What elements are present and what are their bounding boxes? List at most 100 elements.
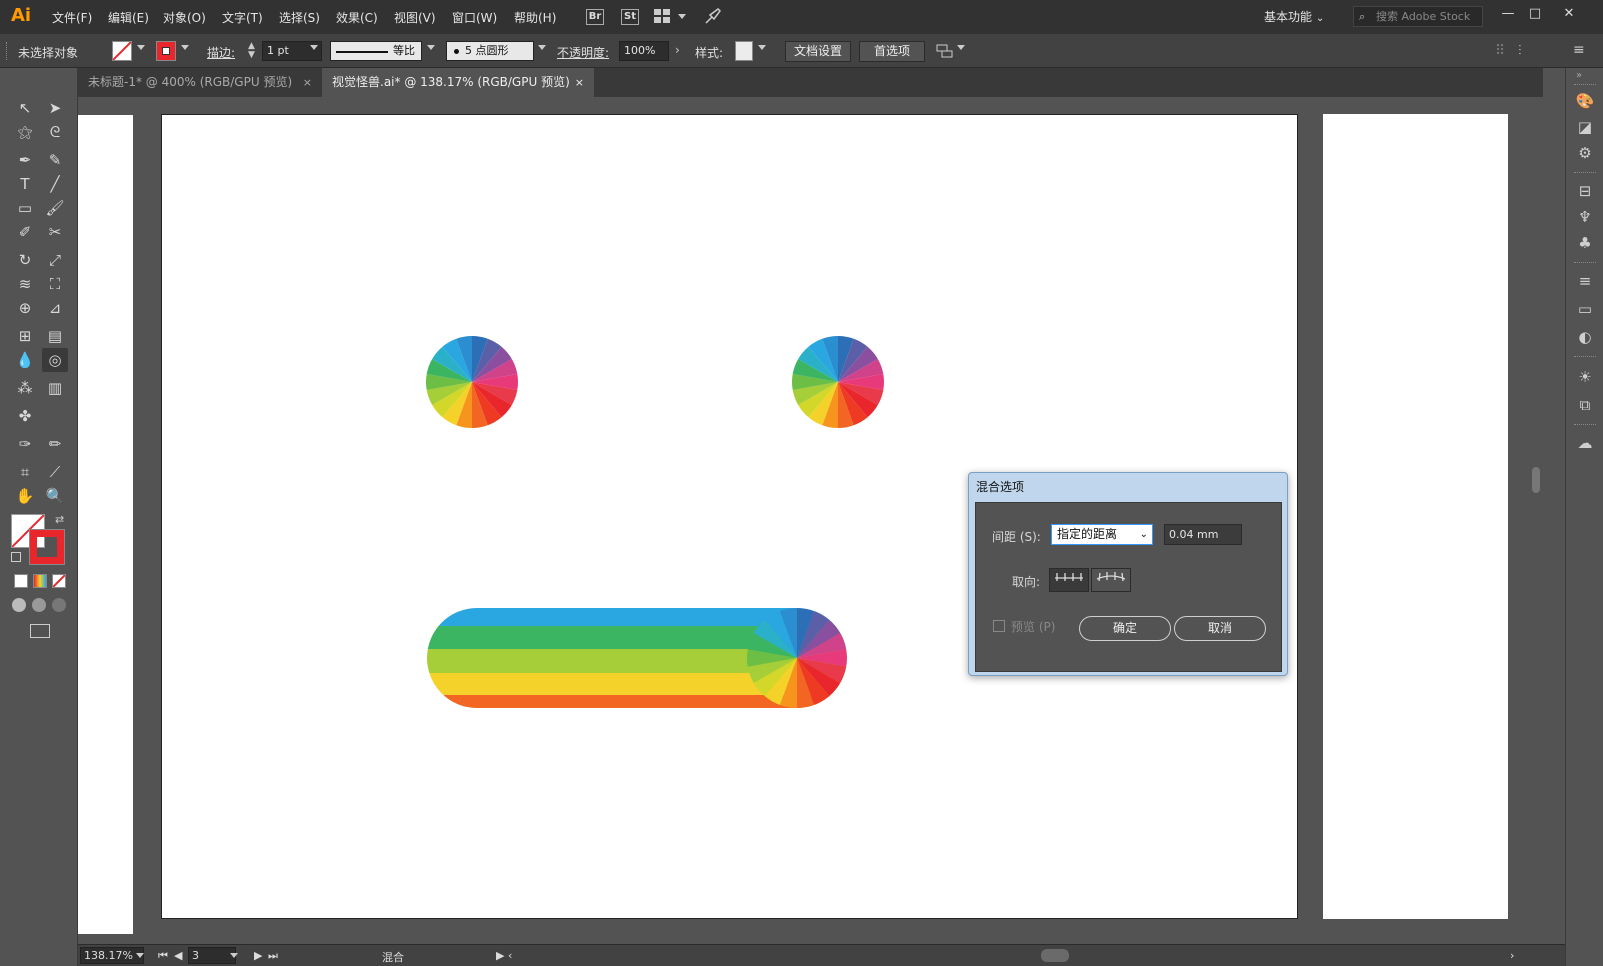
opacity-label[interactable]: 不透明度:: [557, 44, 609, 61]
grip-handle[interactable]: [6, 42, 10, 60]
panel-grip[interactable]: [1574, 356, 1596, 358]
free-transform-tool-icon[interactable]: ⛶: [42, 272, 68, 296]
eraser-tool-icon[interactable]: ✏: [42, 432, 68, 456]
close-window-button[interactable]: ✕: [1558, 4, 1580, 24]
status-menu-icon[interactable]: ▶: [496, 949, 504, 962]
distribute-icon[interactable]: ⫶: [1518, 43, 1522, 59]
crop-tool-icon[interactable]: ⌗: [12, 460, 38, 484]
canvas-area[interactable]: [78, 97, 1543, 934]
gradient-tool-icon[interactable]: ▤: [42, 324, 68, 348]
scroll-left-icon[interactable]: ‹: [508, 949, 512, 962]
brush-select[interactable]: 5 点圆形: [446, 41, 534, 61]
mesh-tool-icon[interactable]: ⊞: [12, 324, 38, 348]
panel-grip[interactable]: [1574, 424, 1596, 426]
spacing-select[interactable]: 指定的距离 ⌄: [1051, 524, 1153, 545]
scissors-tool-icon[interactable]: ✂: [42, 220, 68, 244]
rainbow-mouth-blend[interactable]: [427, 608, 847, 708]
chevron-down-icon[interactable]: [758, 45, 766, 50]
align-to-page-button[interactable]: [1049, 568, 1089, 592]
expand-panels-icon[interactable]: »: [1576, 70, 1582, 81]
appearance-icon[interactable]: ☀: [1574, 366, 1596, 388]
creative-cloud-icon[interactable]: ☁: [1574, 432, 1596, 454]
opacity-field[interactable]: 100%: [619, 41, 669, 61]
menu-effect[interactable]: 效果(C): [336, 9, 378, 26]
pen-tool-icon[interactable]: ✒: [12, 148, 38, 172]
chevron-down-icon[interactable]: [310, 45, 318, 50]
panel-grip[interactable]: [1574, 84, 1596, 86]
next-artboard-icon[interactable]: ▶: [254, 949, 262, 962]
chevron-down-icon[interactable]: [678, 14, 686, 19]
menu-type[interactable]: 文字(T): [222, 9, 263, 26]
panel-grip[interactable]: [1574, 172, 1596, 174]
knife-tool-icon[interactable]: ⟋: [42, 460, 68, 484]
stroke-stepper-icon[interactable]: ▲ ▼: [248, 42, 255, 60]
type-tool-icon[interactable]: T: [12, 172, 38, 196]
hand-tool-icon[interactable]: ✋: [12, 484, 38, 508]
default-colors-icon[interactable]: [11, 552, 21, 562]
menu-object[interactable]: 对象(O): [163, 9, 206, 26]
align-icon[interactable]: ⠿: [1495, 43, 1505, 59]
chevron-down-icon[interactable]: [137, 45, 145, 50]
menu-file[interactable]: 文件(F): [52, 9, 92, 26]
symbol-sprayer-tool-icon[interactable]: ⁂: [12, 376, 38, 400]
shape-builder-tool-icon[interactable]: ⊕: [12, 296, 38, 320]
close-icon[interactable]: ×: [575, 68, 584, 97]
arrange-documents-icon[interactable]: [654, 9, 670, 23]
paintbrush-tool-icon[interactable]: 🖌: [42, 196, 68, 220]
chevron-down-icon[interactable]: [427, 45, 435, 50]
close-icon[interactable]: ×: [303, 68, 312, 97]
color-mode-icon[interactable]: [14, 574, 28, 588]
minimize-button[interactable]: —: [1497, 4, 1519, 24]
stroke-swatch[interactable]: [156, 41, 176, 61]
tab-visual-monster[interactable]: 视觉怪兽.ai* @ 138.17% (RGB/GPU 预览) ×: [322, 68, 594, 97]
curvature-tool-icon[interactable]: ✎: [42, 148, 68, 172]
panel-grip[interactable]: [1574, 262, 1596, 264]
tab-untitled-1[interactable]: 未标题-1* @ 400% (RGB/GPU 预览) ×: [78, 68, 322, 97]
chevron-down-icon[interactable]: [957, 45, 965, 50]
lasso-tool-icon[interactable]: ᘓ: [42, 120, 68, 144]
menu-help[interactable]: 帮助(H): [514, 9, 556, 26]
workspace-switcher[interactable]: 基本功能 ⌄: [1264, 8, 1324, 25]
rectangle-tool-icon[interactable]: ▭: [12, 196, 38, 220]
brushes-icon[interactable]: ♆: [1574, 206, 1596, 228]
zoom-field[interactable]: 138.17%: [80, 947, 144, 964]
magic-wand-tool-icon[interactable]: ⚝: [12, 120, 38, 144]
bridge-button[interactable]: Br: [586, 9, 604, 25]
menu-window[interactable]: 窗口(W): [452, 9, 497, 26]
horizontal-scrollbar-thumb[interactable]: [1041, 949, 1069, 962]
align-to-path-button[interactable]: [1091, 568, 1131, 592]
panel-menu-icon[interactable]: ≡: [1573, 42, 1585, 58]
fill-swatch[interactable]: [112, 41, 132, 61]
rotate-tool-icon[interactable]: ↻: [12, 248, 38, 272]
warp-tool-icon[interactable]: ≋: [12, 272, 38, 296]
chevron-down-icon[interactable]: [181, 45, 189, 50]
preview-checkbox[interactable]: [993, 620, 1005, 632]
stroke-panel-icon[interactable]: ≡: [1574, 270, 1596, 292]
libraries-icon[interactable]: ⊟: [1574, 180, 1596, 202]
stroke-label[interactable]: 描边:: [207, 44, 235, 61]
stock-button[interactable]: St: [621, 9, 639, 25]
chevron-right-icon[interactable]: ›: [675, 43, 680, 57]
vertical-scrollbar-thumb[interactable]: [1532, 467, 1540, 493]
color-panel-icon[interactable]: 🎨: [1574, 90, 1596, 112]
symbols-icon[interactable]: ♣: [1574, 232, 1596, 254]
rocket-icon[interactable]: [704, 7, 722, 25]
scroll-right-icon[interactable]: ›: [1510, 949, 1514, 962]
color-guide-icon[interactable]: ◪: [1574, 116, 1596, 138]
rainbow-eye-left[interactable]: [426, 336, 518, 428]
stock-search-input[interactable]: ⌕ 搜索 Adobe Stock: [1353, 6, 1483, 27]
draw-behind-icon[interactable]: [32, 598, 46, 612]
gradient-mode-icon[interactable]: [33, 574, 47, 588]
shaper-tool-icon[interactable]: ✐: [12, 220, 38, 244]
transparency-icon[interactable]: ◐: [1574, 326, 1596, 348]
cancel-button[interactable]: 取消: [1174, 616, 1266, 641]
artboard-tool-icon[interactable]: ✤: [12, 404, 38, 428]
eyedropper-tool-icon[interactable]: 💧: [12, 348, 38, 372]
maximize-button[interactable]: □: [1524, 4, 1546, 24]
screen-mode-icon[interactable]: [30, 624, 50, 638]
style-swatch[interactable]: [735, 41, 753, 61]
menu-select[interactable]: 选择(S): [279, 9, 320, 26]
scale-tool-icon[interactable]: ⤢: [42, 248, 68, 272]
graphic-styles-icon[interactable]: ⧉: [1574, 394, 1596, 416]
chevron-down-icon[interactable]: [538, 45, 546, 50]
